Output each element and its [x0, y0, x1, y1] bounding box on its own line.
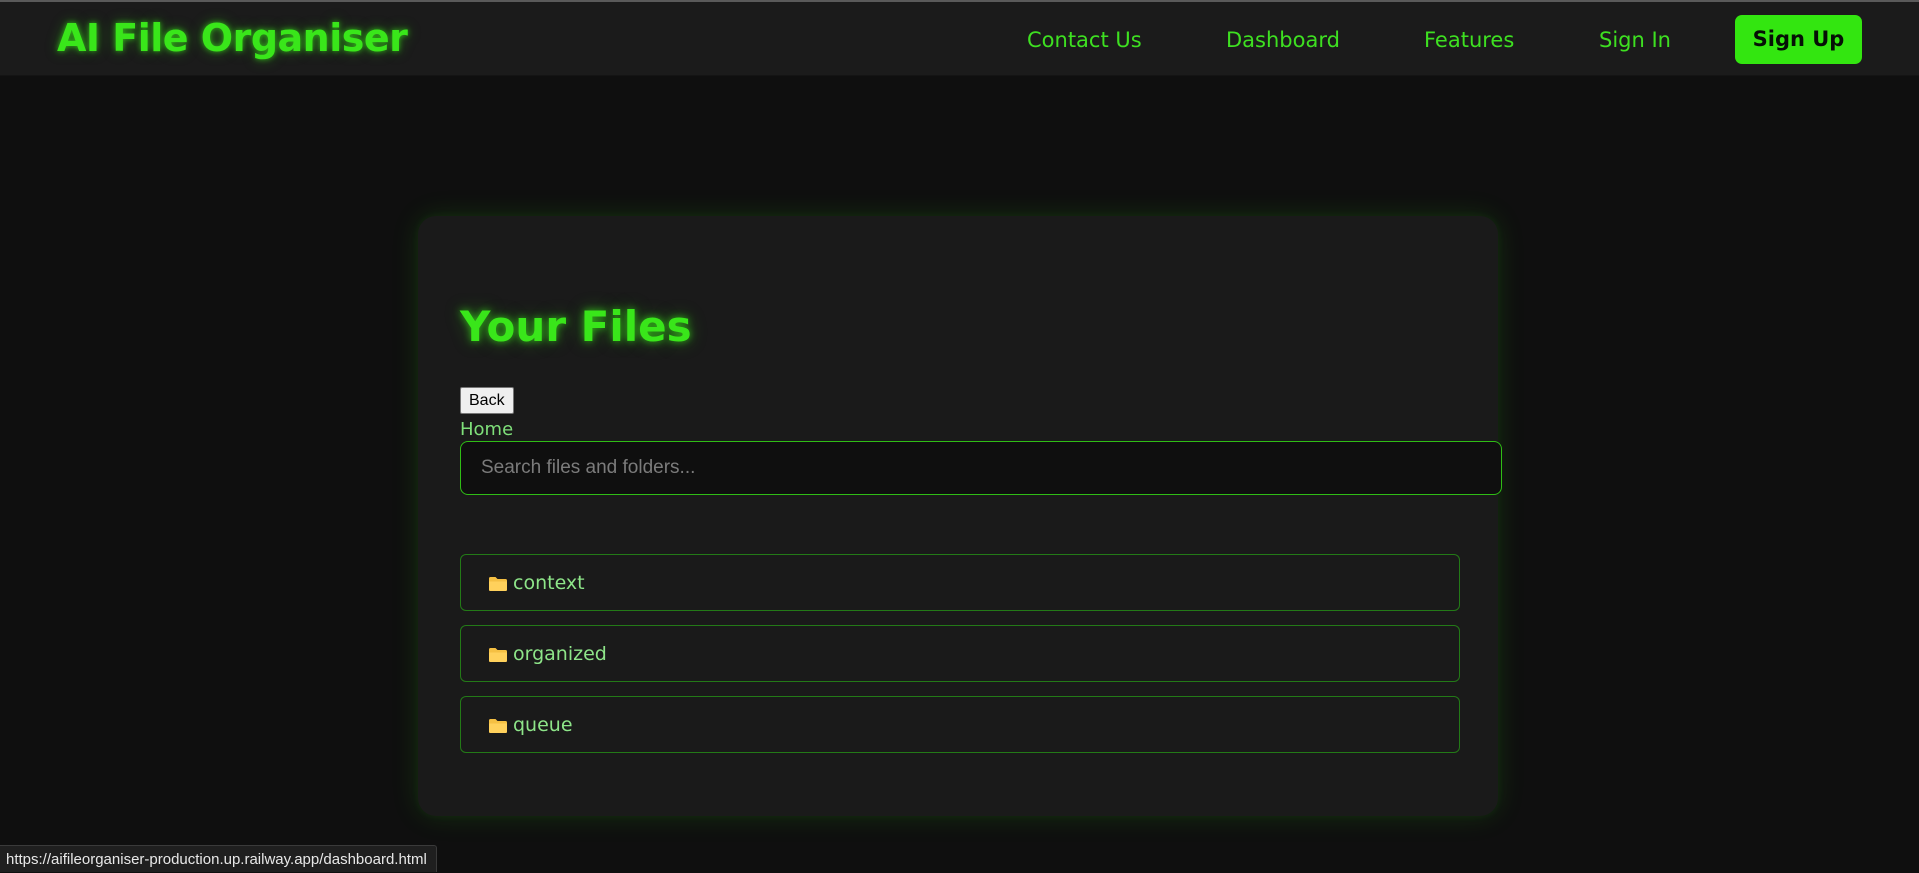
- brand-logo[interactable]: AI File Organiser: [57, 16, 408, 60]
- nav-contact-us[interactable]: Contact Us: [1027, 27, 1142, 53]
- folder-name: organized: [513, 643, 607, 665]
- folder-icon: [489, 577, 507, 591]
- folder-name: queue: [513, 714, 573, 736]
- folder-name: context: [513, 572, 585, 594]
- page-title: Your Files: [460, 302, 692, 351]
- top-navbar: AI File Organiser Contact Us Dashboard F…: [0, 2, 1919, 76]
- nav-features[interactable]: Features: [1424, 27, 1514, 53]
- back-button[interactable]: Back: [460, 387, 514, 414]
- folder-list: context organized queue: [460, 554, 1460, 767]
- folder-icon: [489, 719, 507, 733]
- breadcrumb-home[interactable]: Home: [460, 418, 513, 442]
- link-status-bar: https://aifileorganiser-production.up.ra…: [0, 845, 437, 872]
- folder-item-organized[interactable]: organized: [460, 625, 1460, 682]
- folder-item-queue[interactable]: queue: [460, 696, 1460, 753]
- nav-dashboard[interactable]: Dashboard: [1226, 27, 1340, 53]
- folder-icon: [489, 648, 507, 662]
- nav-sign-in[interactable]: Sign In: [1599, 27, 1671, 53]
- search-input[interactable]: [460, 441, 1502, 495]
- folder-item-context[interactable]: context: [460, 554, 1460, 611]
- sign-up-button[interactable]: Sign Up: [1735, 15, 1862, 64]
